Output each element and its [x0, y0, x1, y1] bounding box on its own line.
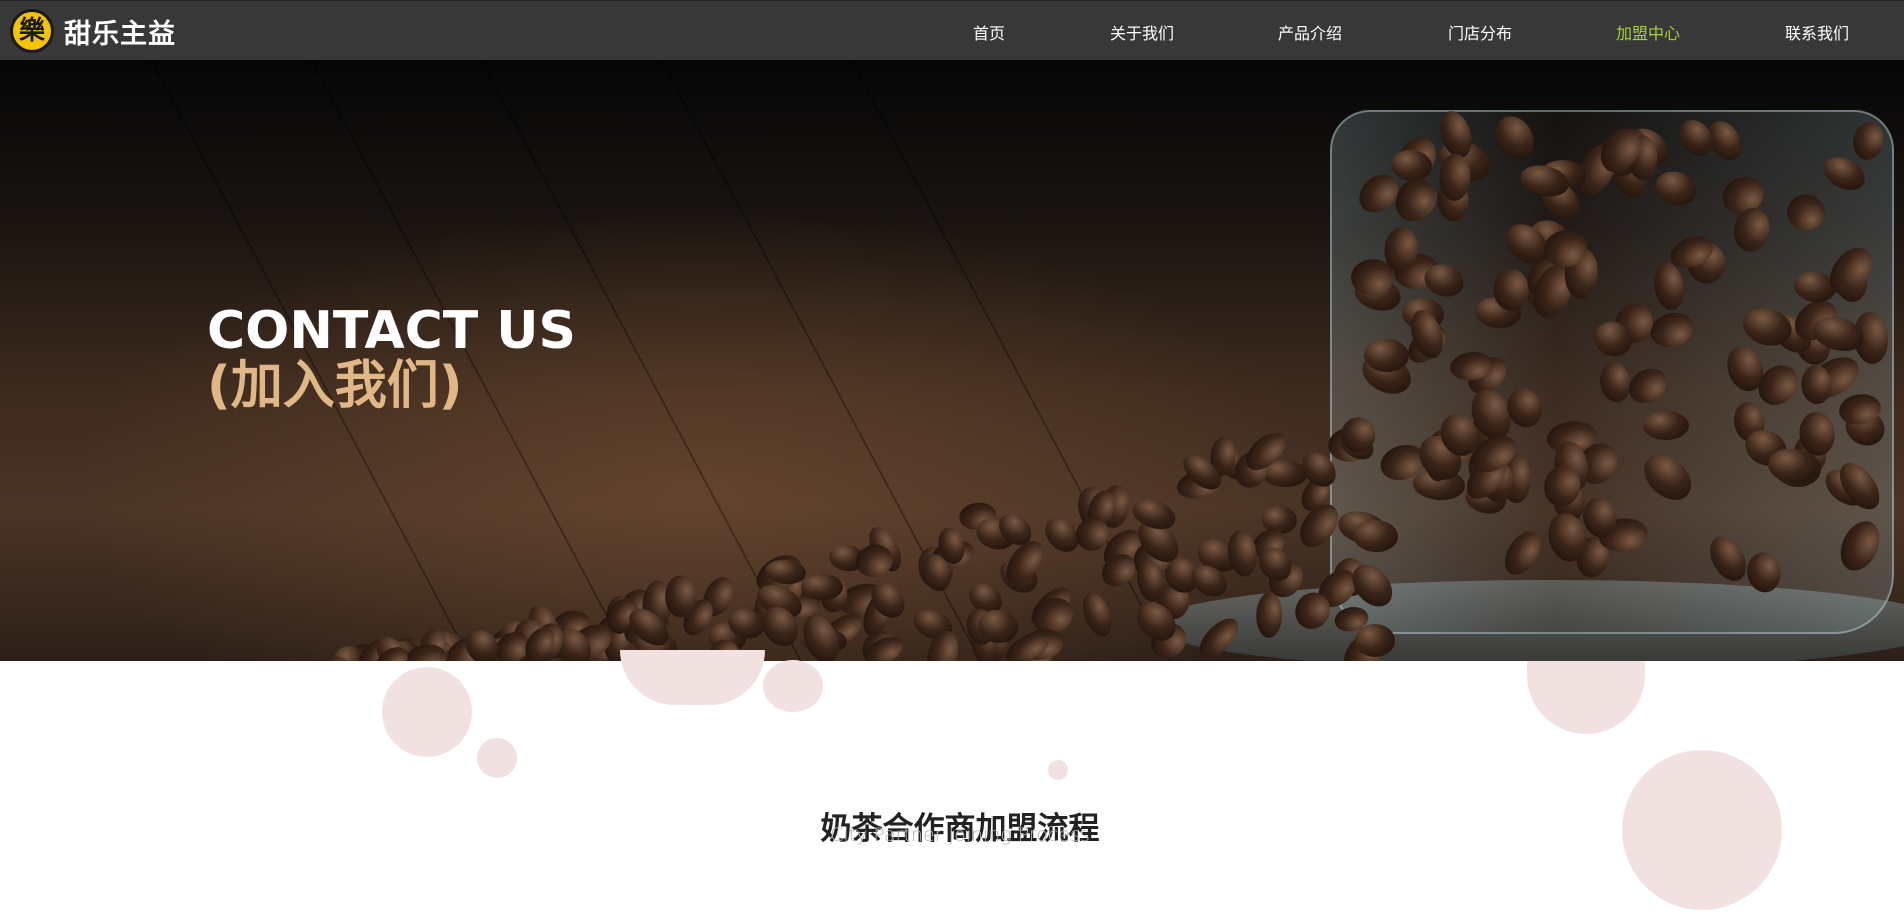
main-nav: 首页 关于我们 产品介绍 门店分布 加盟中心 联系我们 [0, 1, 1904, 61]
hero-subtitle: (加入我们) [207, 356, 463, 416]
section-subtitle: City Partner Joining Process [830, 824, 1090, 846]
nav-item-home[interactable]: 首页 [973, 20, 1005, 44]
nav-item-about[interactable]: 关于我们 [1110, 20, 1174, 44]
nav-item-products[interactable]: 产品介绍 [1278, 20, 1342, 44]
nav-item-franchise[interactable]: 加盟中心 [1616, 20, 1680, 44]
nav-item-contact[interactable]: 联系我们 [1785, 20, 1849, 44]
nav-item-stores[interactable]: 门店分布 [1448, 20, 1512, 44]
top-navbar: 樂 甜乐主益 首页 关于我们 产品介绍 门店分布 加盟中心 联系我们 [0, 0, 1904, 60]
hero-banner: CONTACT US (加入我们) [0, 60, 1904, 661]
hero-title: CONTACT US [207, 301, 576, 361]
